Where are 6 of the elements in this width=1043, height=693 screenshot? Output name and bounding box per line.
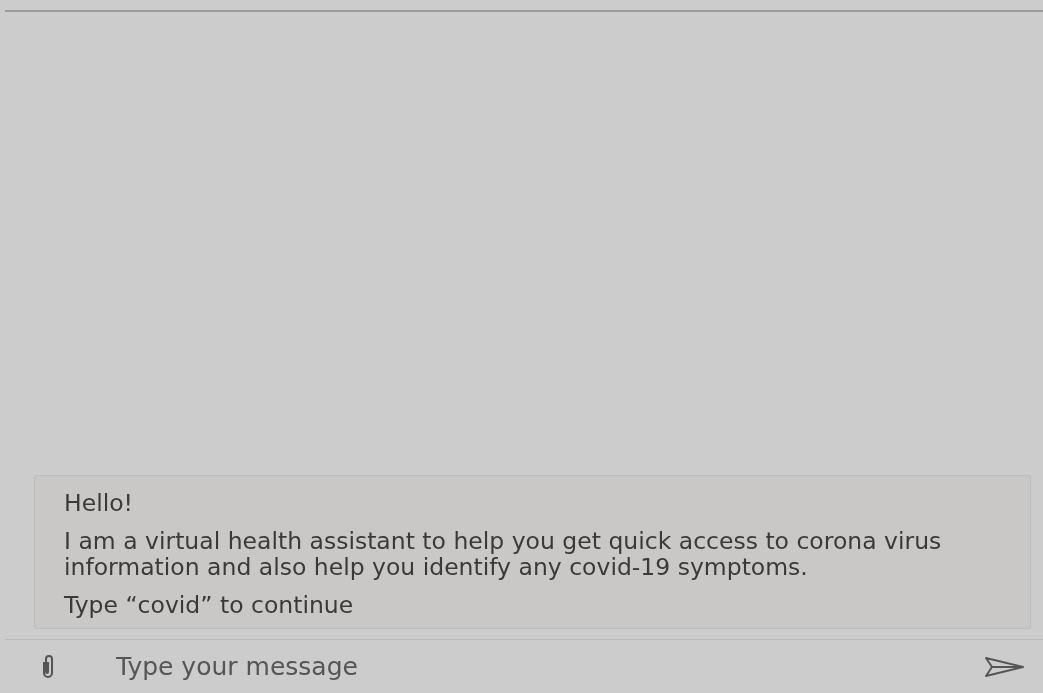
message-input[interactable]: Type your message bbox=[116, 647, 925, 686]
message-text: I am a virtual health assistant to help you get quick access to corona virus information and also help you identify any covid-19 symptoms. bbox=[64, 528, 943, 580]
paperclip-icon[interactable] bbox=[40, 653, 56, 680]
message-text: Hello! bbox=[64, 490, 134, 516]
message-text: Type “covid” to continue bbox=[64, 592, 355, 618]
send-icon[interactable] bbox=[985, 655, 1025, 678]
